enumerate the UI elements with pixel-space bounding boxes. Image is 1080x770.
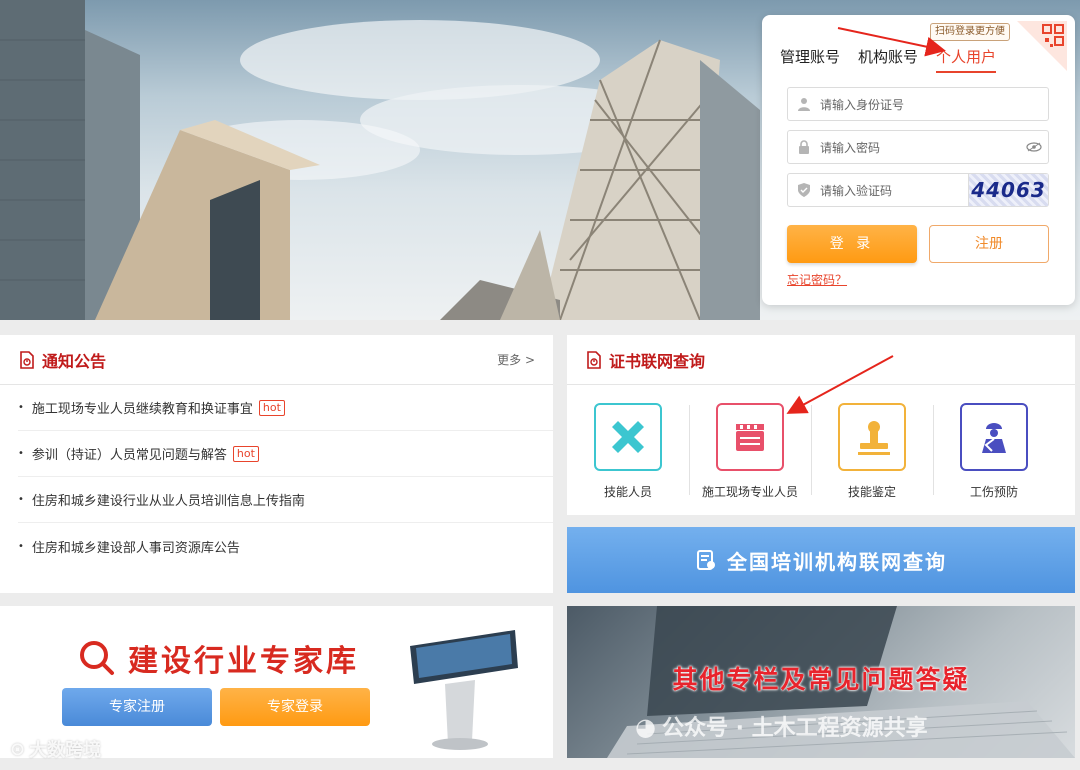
notice-title: 通知公告 xyxy=(42,351,107,371)
notice-list: • 施工现场专业人员继续教育和换证事宜 hot • 参训（持证）人员常见问题与解… xyxy=(0,385,553,569)
stamp-icon[interactable] xyxy=(838,403,906,471)
document-icon xyxy=(20,350,34,369)
qr-login-tip: 扫码登录更方便 xyxy=(930,23,1010,41)
tab-org-account[interactable]: 机构账号 xyxy=(858,47,918,73)
notice-text[interactable]: 住房和城乡建设行业从业人员培训信息上传指南 xyxy=(32,490,305,509)
list-item[interactable]: • 施工现场专业人员继续教育和换证事宜 hot xyxy=(18,385,553,431)
cert-item-injury-prevention[interactable]: 工伤预防 xyxy=(933,403,1055,500)
notice-panel: 通知公告 更多 > • 施工现场专业人员继续教育和换证事宜 hot • 参训（持… xyxy=(0,335,553,593)
captcha-image[interactable]: 44063 xyxy=(968,174,1048,206)
national-training-query-button[interactable]: 全国培训机构联网查询 xyxy=(567,527,1075,593)
tab-admin-account[interactable]: 管理账号 xyxy=(780,47,840,73)
shield-icon xyxy=(788,183,820,197)
tab-personal-user[interactable]: 个人用户 xyxy=(936,47,997,73)
watermark-left-text: 大数跨境 xyxy=(29,740,102,761)
touchscreen-kiosk-image xyxy=(410,630,518,750)
hot-badge: hot xyxy=(232,445,259,462)
expert-login-button[interactable]: 专家登录 xyxy=(220,688,370,726)
qr-code-icon[interactable] xyxy=(1017,21,1067,71)
cert-label: 工伤预防 xyxy=(969,485,1018,499)
national-query-label: 全国培训机构联网查询 xyxy=(727,549,947,574)
cert-label: 技能人员 xyxy=(603,485,652,499)
cert-item-skill-appraisal[interactable]: 技能鉴定 xyxy=(811,403,933,500)
lock-icon xyxy=(788,140,820,154)
cert-item-site-professionals[interactable]: 施工现场专业人员 xyxy=(689,403,811,500)
cert-label: 技能鉴定 xyxy=(847,485,896,499)
password-placeholder: 请输入密码 xyxy=(820,140,881,155)
hot-badge: hot xyxy=(258,399,285,416)
bullet: • xyxy=(18,494,24,505)
cert-label: 施工现场专业人员 xyxy=(701,485,798,499)
list-item[interactable]: • 参训（持证）人员常见问题与解答 hot xyxy=(18,431,553,477)
login-panel: 扫码登录更方便 管理账号 机构账号 个人用户 请输入身份证号 请输入密码 请输入… xyxy=(762,15,1075,305)
bullet: • xyxy=(18,402,24,413)
clapperboard-icon[interactable] xyxy=(716,403,784,471)
expert-library-title: 建设行业专家库 xyxy=(128,644,359,679)
expert-register-button[interactable]: 专家注册 xyxy=(62,688,212,726)
eye-icon[interactable] xyxy=(1020,142,1048,152)
notice-text[interactable]: 参训（持证）人员常见问题与解答 xyxy=(32,444,227,463)
watermark-text: ◕ 公众号 · 土木工程资源共享 xyxy=(635,710,928,742)
notice-more-link[interactable]: 更多 > xyxy=(497,351,535,368)
expert-library-heading: 建设行业专家库 xyxy=(78,636,359,680)
wechat-icon: ◕ xyxy=(635,713,656,741)
cert-item-skilled-workers[interactable]: 技能人员 xyxy=(567,403,689,500)
captcha-placeholder: 请输入验证码 xyxy=(820,183,893,198)
other-columns-banner[interactable]: 其他专栏及常见问题答疑 ◕ 公众号 · 土木工程资源共享 xyxy=(567,606,1075,758)
search-icon xyxy=(80,641,114,675)
notice-text[interactable]: 施工现场专业人员继续教育和换证事宜 xyxy=(32,398,253,417)
cert-query-header: 证书联网查询 xyxy=(567,335,1075,385)
register-button[interactable]: 注册 xyxy=(929,225,1049,263)
document-icon xyxy=(587,350,601,369)
other-columns-title: 其他专栏及常见问题答疑 xyxy=(672,665,970,694)
cert-query-panel: 证书联网查询 技能人员 施工现场专业人员 技能鉴定 工伤预防 xyxy=(567,335,1075,515)
watermark-right: 公众号 · 土木工程资源共享 xyxy=(661,716,928,741)
list-item[interactable]: • 住房和城乡建设部人事司资源库公告 xyxy=(18,523,553,569)
bullet: • xyxy=(18,540,24,552)
id-number-field[interactable]: 请输入身份证号 xyxy=(787,87,1049,121)
notice-header: 通知公告 更多 > xyxy=(0,335,553,385)
tools-cross-icon[interactable] xyxy=(594,403,662,471)
login-button[interactable]: 登 录 xyxy=(787,225,917,263)
notice-text[interactable]: 住房和城乡建设部人事司资源库公告 xyxy=(32,537,240,556)
login-tabs: 管理账号 机构账号 个人用户 xyxy=(780,47,997,73)
password-field[interactable]: 请输入密码 xyxy=(787,130,1049,164)
id-number-placeholder: 请输入身份证号 xyxy=(820,97,905,112)
forgot-password-link[interactable]: 忘记密码？ xyxy=(787,271,847,288)
user-icon xyxy=(788,97,820,111)
cert-query-grid: 技能人员 施工现场专业人员 技能鉴定 工伤预防 xyxy=(567,385,1075,500)
bullet: • xyxy=(18,448,24,459)
logo-icon: ⊙ xyxy=(10,738,26,760)
cert-query-title: 证书联网查询 xyxy=(609,351,706,371)
captcha-field[interactable]: 请输入验证码 44063 xyxy=(787,173,1049,207)
list-item[interactable]: • 住房和城乡建设行业从业人员培训信息上传指南 xyxy=(18,477,553,523)
watermark-left: ⊙ 大数跨境 xyxy=(10,736,101,762)
page: 扫码登录更方便 管理账号 机构账号 个人用户 请输入身份证号 请输入密码 请输入… xyxy=(0,0,1080,770)
certificate-list-icon xyxy=(697,550,715,570)
injured-worker-icon[interactable] xyxy=(960,403,1028,471)
